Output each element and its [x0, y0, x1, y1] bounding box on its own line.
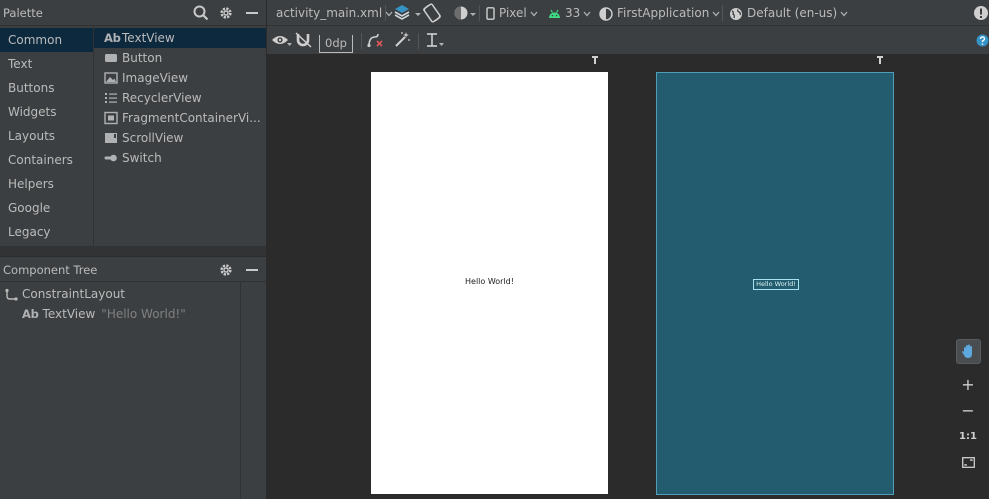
- fit-screen-icon: [961, 457, 975, 468]
- palette-category-google[interactable]: Google: [0, 196, 93, 220]
- palette-item-switch[interactable]: Switch: [94, 148, 266, 168]
- palette-item-imageview[interactable]: ImageView: [94, 68, 266, 88]
- phone-icon: [486, 7, 495, 20]
- gear-icon[interactable]: [217, 261, 235, 279]
- design-surface[interactable]: Hello World!: [371, 72, 608, 494]
- scroll-icon: [104, 131, 118, 145]
- tree-node-label: ConstraintLayout: [22, 287, 126, 301]
- constraint-layout-icon: [4, 288, 18, 302]
- zoom-in-button[interactable]: +: [956, 373, 980, 397]
- orientation-icon[interactable]: [421, 2, 443, 28]
- tree-node-hint: "Hello World!": [101, 307, 186, 321]
- device-dropdown[interactable]: Pixel: [486, 0, 538, 26]
- magnet-disabled-icon[interactable]: [295, 32, 313, 56]
- actual-size-button[interactable]: 1:1: [956, 425, 980, 449]
- zoom-out-button[interactable]: −: [956, 399, 980, 423]
- tree-node-label: TextView: [42, 307, 96, 321]
- list-icon: [104, 91, 118, 105]
- tree-node-textview[interactable]: Ab TextView "Hello World!": [22, 304, 186, 324]
- palette-category-layouts[interactable]: Layouts: [0, 124, 93, 148]
- margin-dropdown[interactable]: 0dp: [319, 31, 353, 55]
- theme-icon: [599, 6, 613, 21]
- file-dropdown[interactable]: activity_main.xml: [276, 0, 393, 26]
- minimize-icon[interactable]: [243, 4, 261, 22]
- image-icon: [104, 71, 118, 85]
- ab-icon: Ab: [104, 31, 121, 45]
- switch-icon: [104, 151, 118, 165]
- pin-icon[interactable]: [876, 56, 884, 64]
- chevron-down-icon: [470, 13, 476, 16]
- palette-body: Common Text Buttons Widgets Layouts Cont…: [0, 26, 266, 246]
- palette-category-helpers[interactable]: Helpers: [0, 172, 93, 196]
- layers-icon[interactable]: [392, 2, 412, 28]
- fragment-icon: [104, 111, 118, 125]
- search-icon[interactable]: [192, 4, 210, 22]
- palette-header: Palette: [0, 0, 266, 26]
- palette-item-fragmentcontainerview[interactable]: FragmentContainerVi...: [94, 108, 266, 128]
- palette-category-buttons[interactable]: Buttons: [0, 76, 93, 100]
- ab-icon: Ab: [22, 307, 39, 321]
- palette-item-button[interactable]: Button: [94, 48, 266, 68]
- palette-item-scrollview[interactable]: ScrollView: [94, 128, 266, 148]
- globe-icon: [730, 7, 742, 20]
- palette-item-textview[interactable]: Ab TextView: [94, 28, 266, 48]
- chevron-down-icon: [439, 43, 444, 46]
- pan-button[interactable]: [956, 339, 981, 364]
- hand-icon: [962, 344, 972, 358]
- palette-category-common[interactable]: Common: [0, 28, 93, 52]
- zoom-controls: + − 1:1: [953, 335, 983, 480]
- tree-node-constraintlayout[interactable]: ConstraintLayout: [4, 284, 125, 304]
- component-tree-title: Component Tree: [3, 263, 98, 277]
- gear-icon[interactable]: [217, 4, 235, 22]
- design-toolbar: 0dp: [267, 26, 989, 55]
- theme-dropdown[interactable]: FirstApplication: [599, 0, 720, 26]
- locale-dropdown[interactable]: Default (en-us): [729, 0, 848, 26]
- android-icon: [549, 9, 560, 18]
- hello-world-blueprint-textview[interactable]: Hello World!: [753, 279, 799, 290]
- panel-splitter[interactable]: [0, 246, 266, 256]
- clear-constraints-icon[interactable]: [366, 32, 384, 56]
- blueprint-surface[interactable]: Hello World!: [656, 72, 894, 495]
- api-level-dropdown[interactable]: 33: [548, 0, 591, 26]
- palette-category-text[interactable]: Text: [0, 52, 93, 76]
- attributes-collapsed-panel: [240, 282, 266, 499]
- palette-category-legacy[interactable]: Legacy: [0, 220, 93, 244]
- palette-title: Palette: [3, 6, 43, 20]
- minimize-icon[interactable]: [243, 261, 261, 279]
- button-icon: [104, 51, 118, 65]
- infer-constraints-icon[interactable]: [393, 31, 411, 55]
- palette-category-containers[interactable]: Containers: [0, 148, 93, 172]
- editor-toolbar: activity_main.xml Pixel 33 FirstApplicat…: [267, 0, 989, 26]
- chevron-down-icon: [287, 43, 292, 46]
- component-tree: ConstraintLayout Ab TextView "Hello World!…: [0, 282, 240, 499]
- component-tree-header: Component Tree: [0, 256, 266, 282]
- pin-icon[interactable]: [591, 56, 599, 64]
- hello-world-textview[interactable]: Hello World!: [371, 277, 608, 286]
- guidelines-icon[interactable]: [425, 32, 439, 56]
- palette-category-widgets[interactable]: Widgets: [0, 100, 93, 124]
- zoom-to-fit-button[interactable]: [956, 451, 980, 475]
- palette-item-recyclerview[interactable]: RecyclerView: [94, 88, 266, 108]
